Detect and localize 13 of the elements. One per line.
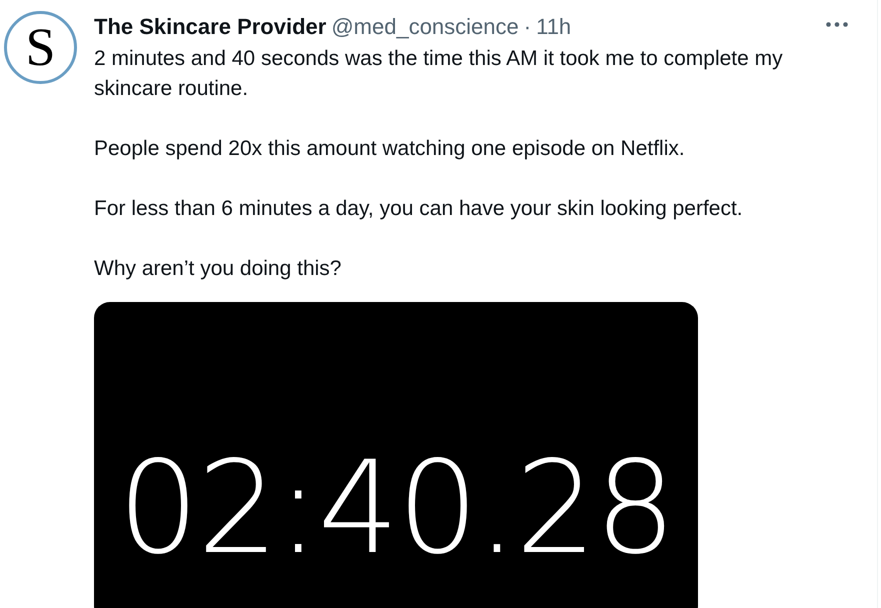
avatar[interactable]: S xyxy=(4,11,77,84)
post-time[interactable]: 11h xyxy=(536,10,572,42)
post-text: 2 minutes and 40 seconds was the time this AM it took me to complete my skincare routine. xyxy=(94,46,784,102)
stopwatch-time: 02:40.28 xyxy=(118,445,674,573)
more-button[interactable] xyxy=(825,20,849,30)
post-text: For less than 6 minutes a day, you can have your skin looking perfect. xyxy=(94,196,744,222)
more-icon xyxy=(826,22,848,27)
stopwatch-screenshot[interactable]: 02:40.28 xyxy=(94,302,698,608)
post-text: Why aren’t you doing this? xyxy=(94,256,342,282)
post-text: People spend 20x this amount watching one episode on Netflix. xyxy=(94,136,686,162)
author-handle[interactable]: @med_conscience xyxy=(331,10,519,42)
separator: · xyxy=(524,12,532,40)
author-name[interactable]: The Skincare Provider xyxy=(94,10,326,42)
